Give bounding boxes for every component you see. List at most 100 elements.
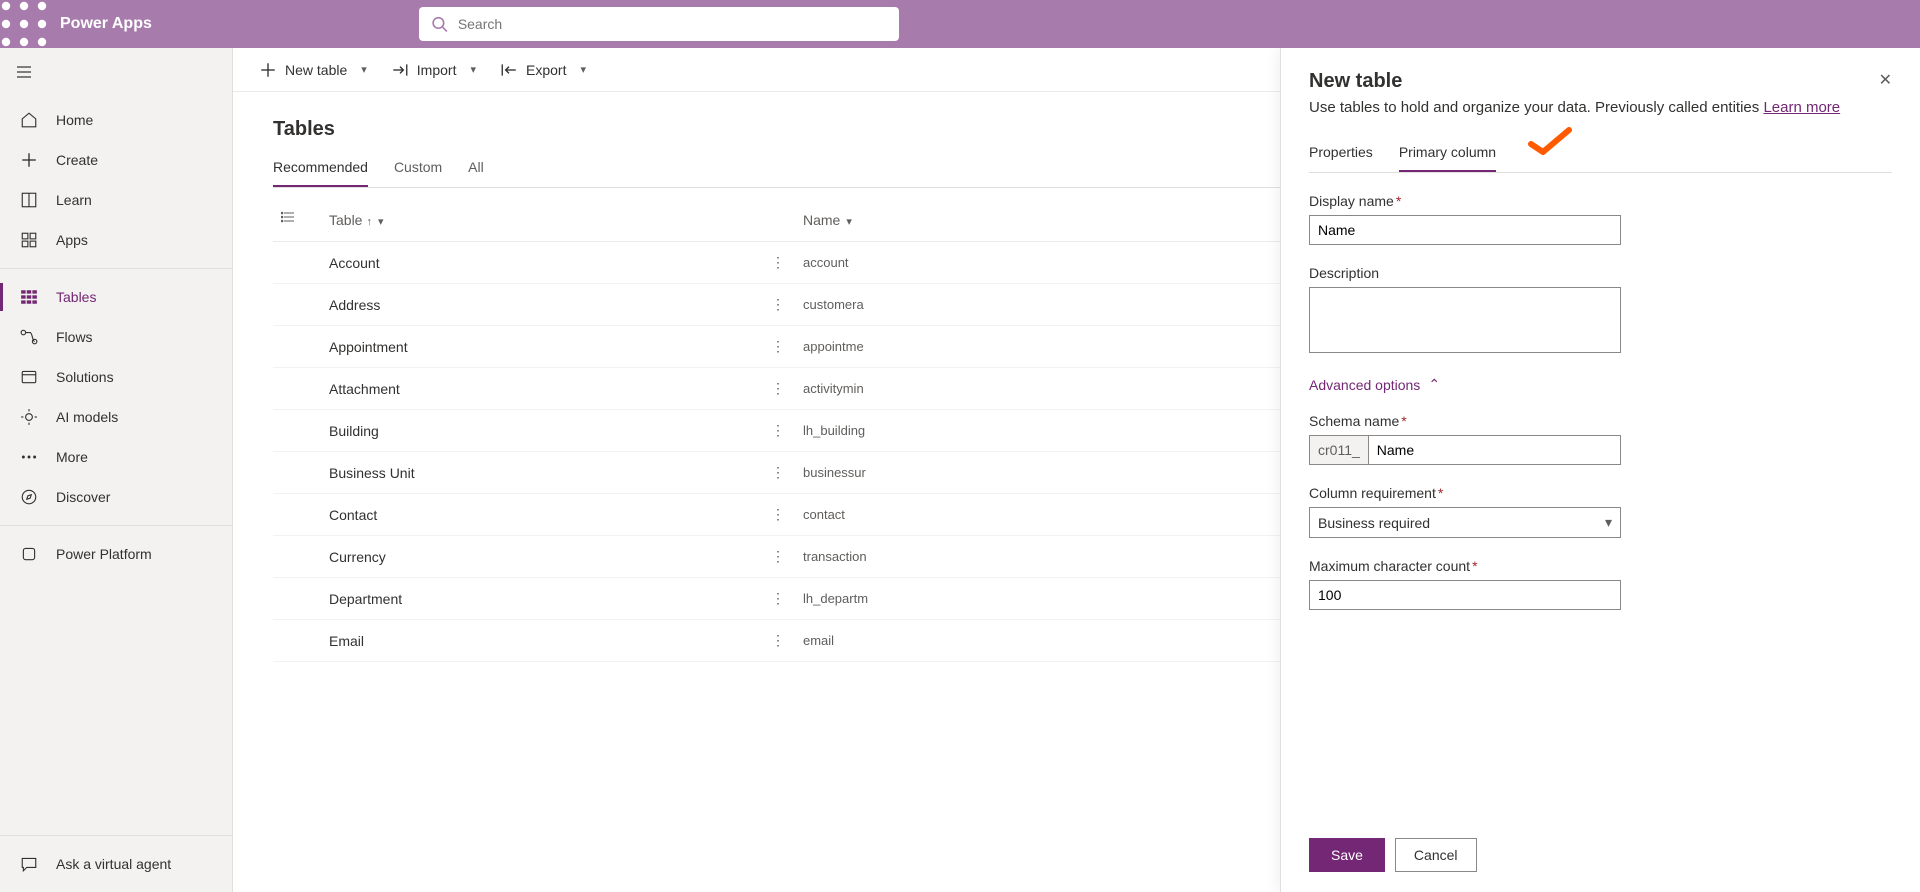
apps-icon [20,231,38,249]
row-menu[interactable]: ⋮ [761,284,795,326]
chevron-down-icon: ▾ [846,216,852,228]
chevron-down-icon: ▾ [470,63,476,76]
row-menu[interactable]: ⋮ [761,452,795,494]
nav-label: More [56,449,88,465]
cmd-new-table[interactable]: New table ▾ [255,57,371,83]
row-menu[interactable]: ⋮ [761,620,795,662]
cmd-import[interactable]: Import ▾ [387,57,480,83]
nav-label: Tables [56,289,96,305]
row-table-name: Address [321,284,761,326]
annotation-checkmark-icon [1527,126,1573,156]
panel-description: Use tables to hold and organize your dat… [1309,99,1892,116]
nav-apps[interactable]: Apps [0,220,232,260]
cancel-button[interactable]: Cancel [1395,838,1477,872]
cmd-label: Import [417,62,457,78]
nav-flows[interactable]: Flows [0,317,232,357]
col-header-table[interactable]: Table↑▾ [321,198,761,242]
panel-tab-properties[interactable]: Properties [1309,144,1373,172]
cmd-label: New table [285,62,347,78]
nav-label: Create [56,152,98,168]
schema-name-input[interactable] [1368,435,1621,465]
flow-icon [20,328,38,346]
advanced-options-toggle[interactable]: Advanced options ⌃ [1309,376,1892,393]
nav-discover[interactable]: Discover [0,477,232,517]
learn-more-link[interactable]: Learn more [1763,99,1840,116]
nav-power-platform[interactable]: Power Platform [0,534,232,574]
display-name-label: Display name* [1309,193,1892,209]
col-select[interactable] [273,198,321,242]
row-menu[interactable]: ⋮ [761,242,795,284]
more-icon [20,448,38,466]
nav-label: Discover [56,489,110,505]
nav-label: Ask a virtual agent [56,856,171,872]
row-table-name: Department [321,578,761,620]
panel-tabs: Properties Primary column [1309,144,1892,173]
description-label: Description [1309,265,1892,281]
column-requirement-label: Column requirement* [1309,485,1892,501]
platform-icon [20,545,38,563]
row-table-name: Email [321,620,761,662]
nav-solutions[interactable]: Solutions [0,357,232,397]
row-menu[interactable]: ⋮ [761,410,795,452]
panel-tab-primary-column[interactable]: Primary column [1399,144,1496,172]
row-table-name: Business Unit [321,452,761,494]
nav-label: AI models [56,409,118,425]
nav-toggle[interactable] [0,48,232,96]
table-icon [20,288,38,306]
search-input[interactable] [458,16,887,32]
save-button[interactable]: Save [1309,838,1385,872]
nav-more[interactable]: More [0,437,232,477]
schema-name-label: Schema name* [1309,413,1892,429]
sort-asc-icon: ↑ [366,216,372,228]
max-chars-input[interactable] [1309,580,1621,610]
plus-icon [259,61,277,79]
solutions-icon [20,368,38,386]
description-input[interactable] [1309,287,1621,353]
chevron-down-icon: ▾ [361,63,367,76]
app-brand[interactable]: Power Apps [48,15,164,33]
nav-label: Apps [56,232,88,248]
nav-learn[interactable]: Learn [0,180,232,220]
search-box[interactable] [419,7,899,41]
cmd-export[interactable]: Export ▾ [496,57,590,83]
close-icon[interactable]: ✕ [1879,70,1892,90]
chevron-down-icon: ▾ [378,216,384,228]
nav-ask-agent[interactable]: Ask a virtual agent [0,844,232,884]
import-icon [391,61,409,79]
nav-label: Power Platform [56,546,152,562]
waffle-menu[interactable] [0,0,48,48]
row-menu[interactable]: ⋮ [761,494,795,536]
plus-icon [20,151,38,169]
schema-prefix: cr011_ [1309,435,1368,465]
row-menu[interactable]: ⋮ [761,368,795,410]
column-requirement-select[interactable]: Business required ▾ [1309,507,1621,538]
row-table-name: Account [321,242,761,284]
row-table-name: Contact [321,494,761,536]
display-name-input[interactable] [1309,215,1621,245]
nav-home[interactable]: Home [0,100,232,140]
cmd-label: Export [526,62,566,78]
search-icon [431,15,448,33]
row-menu[interactable]: ⋮ [761,536,795,578]
chevron-down-icon: ▾ [1605,514,1612,531]
panel-title: New table [1309,70,1879,93]
row-table-name: Building [321,410,761,452]
chevron-down-icon: ▾ [580,63,586,76]
chat-icon [20,855,38,873]
row-table-name: Appointment [321,326,761,368]
nav-create[interactable]: Create [0,140,232,180]
nav-label: Flows [56,329,93,345]
tab-custom[interactable]: Custom [394,159,442,187]
nav-aimodels[interactable]: AI models [0,397,232,437]
tab-recommended[interactable]: Recommended [273,159,368,187]
row-menu[interactable]: ⋮ [761,578,795,620]
max-chars-label: Maximum character count* [1309,558,1892,574]
app-header: Power Apps [0,0,1920,48]
nav-tables[interactable]: Tables [0,277,232,317]
tab-all[interactable]: All [468,159,484,187]
nav-label: Learn [56,192,92,208]
book-icon [20,191,38,209]
nav-label: Solutions [56,369,114,385]
row-menu[interactable]: ⋮ [761,326,795,368]
ai-icon [20,408,38,426]
